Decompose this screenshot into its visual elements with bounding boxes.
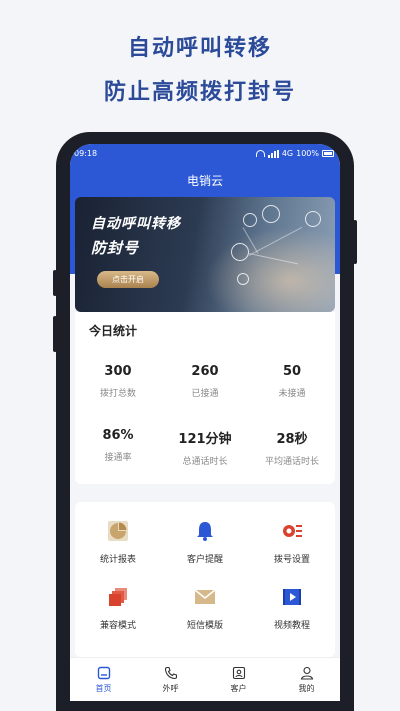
tool-dial-settings[interactable]: 拨号设置 (249, 520, 335, 565)
stat-label: 未接通 (278, 389, 306, 399)
stat-total-duration: 121分钟 总通话时长 (162, 428, 248, 467)
stat-value: 50 (282, 364, 302, 379)
signal-icon (267, 149, 279, 158)
tool-label: 统计报表 (99, 555, 136, 565)
home-icon (97, 665, 111, 680)
stat-label: 拨打总数 (99, 389, 136, 399)
stat-label: 已接通 (191, 389, 219, 399)
network-node-icon (231, 243, 249, 261)
tool-label: 拨号设置 (273, 555, 310, 565)
network-node-icon (305, 211, 321, 227)
stat-label: 接通率 (104, 453, 132, 463)
tool-report[interactable]: 统计报表 (75, 520, 161, 565)
stat-value: 300 (104, 364, 132, 379)
today-stats-card: 今日统计 300 拨打总数 260 已接通 50 未接通 86% 接通率 121… (75, 312, 335, 484)
tool-label: 客户提醒 (186, 555, 223, 565)
video-icon (281, 586, 303, 608)
stat-label: 总通话时长 (182, 457, 228, 467)
phone-icon (164, 665, 178, 680)
banner-subtitle: 防封号 (91, 239, 140, 257)
promo-headline-2: 防止高频拨打封号 (103, 80, 296, 105)
gear-icon (281, 520, 303, 542)
contact-card-icon (232, 665, 246, 680)
tool-reminder[interactable]: 客户提醒 (162, 520, 248, 565)
battery-icon (322, 150, 334, 157)
network-type: 4G (281, 149, 294, 158)
tab-label: 客户 (230, 684, 247, 693)
tool-label: 兼容模式 (99, 621, 136, 631)
tools-card: 统计报表 客户提醒 拨号设置 兼容模式 短信模版 视频教程 (75, 502, 335, 657)
wifi-icon (255, 150, 265, 157)
tab-home[interactable]: 首页 (70, 658, 137, 701)
tool-video-tutorial[interactable]: 视频教程 (249, 586, 335, 631)
tab-profile[interactable]: 我的 (273, 658, 340, 701)
promo-headline-1: 自动呼叫转移 (127, 36, 272, 61)
stats-title: 今日统计 (89, 324, 138, 338)
network-node-icon (262, 205, 280, 223)
envelope-icon (194, 586, 216, 608)
network-node-icon (243, 213, 257, 227)
tab-customers[interactable]: 客户 (205, 658, 272, 701)
stat-missed: 50 未接通 (249, 364, 335, 399)
phone-side-button (53, 270, 57, 296)
layers-icon (107, 586, 129, 608)
banner-hand-glow (205, 227, 335, 312)
stat-connected: 260 已接通 (162, 364, 248, 399)
tool-compat-mode[interactable]: 兼容模式 (75, 586, 161, 631)
bottom-tab-bar: 首页 外呼 客户 我的 (70, 657, 340, 701)
pie-chart-icon (107, 520, 129, 542)
phone-power-button (353, 220, 357, 264)
user-icon (300, 665, 314, 680)
stat-value: 121分钟 (178, 432, 232, 447)
battery-percent: 100% (296, 149, 319, 158)
tool-label: 视频教程 (273, 621, 310, 631)
stat-connect-rate: 86% 接通率 (75, 428, 161, 463)
tab-outbound[interactable]: 外呼 (137, 658, 204, 701)
bell-icon (194, 520, 216, 542)
app-screen: 09:18 4G 100% 电销云 自动呼叫转移 防封号 点击开启 今日统计 3… (70, 144, 340, 701)
stat-value: 28秒 (276, 432, 308, 447)
promo-banner[interactable]: 自动呼叫转移 防封号 点击开启 (75, 197, 335, 312)
status-bar: 09:18 4G 100% (70, 146, 340, 162)
network-node-icon (237, 273, 249, 285)
tab-label: 外呼 (162, 684, 179, 693)
tab-label: 首页 (95, 684, 112, 693)
stat-value: 86% (102, 428, 134, 443)
stat-label: 平均通话时长 (264, 457, 319, 467)
tool-sms-template[interactable]: 短信模版 (162, 586, 248, 631)
tool-label: 短信模版 (186, 621, 223, 631)
tab-label: 我的 (298, 684, 315, 693)
enable-button[interactable]: 点击开启 (97, 271, 159, 288)
stat-total-calls: 300 拨打总数 (75, 364, 161, 399)
status-time: 09:18 (74, 149, 98, 158)
stat-avg-duration: 28秒 平均通话时长 (249, 428, 335, 467)
phone-volume-button (53, 316, 57, 352)
app-title: 电销云 (186, 174, 223, 188)
stat-value: 260 (191, 364, 219, 379)
banner-title: 自动呼叫转移 (91, 216, 181, 232)
